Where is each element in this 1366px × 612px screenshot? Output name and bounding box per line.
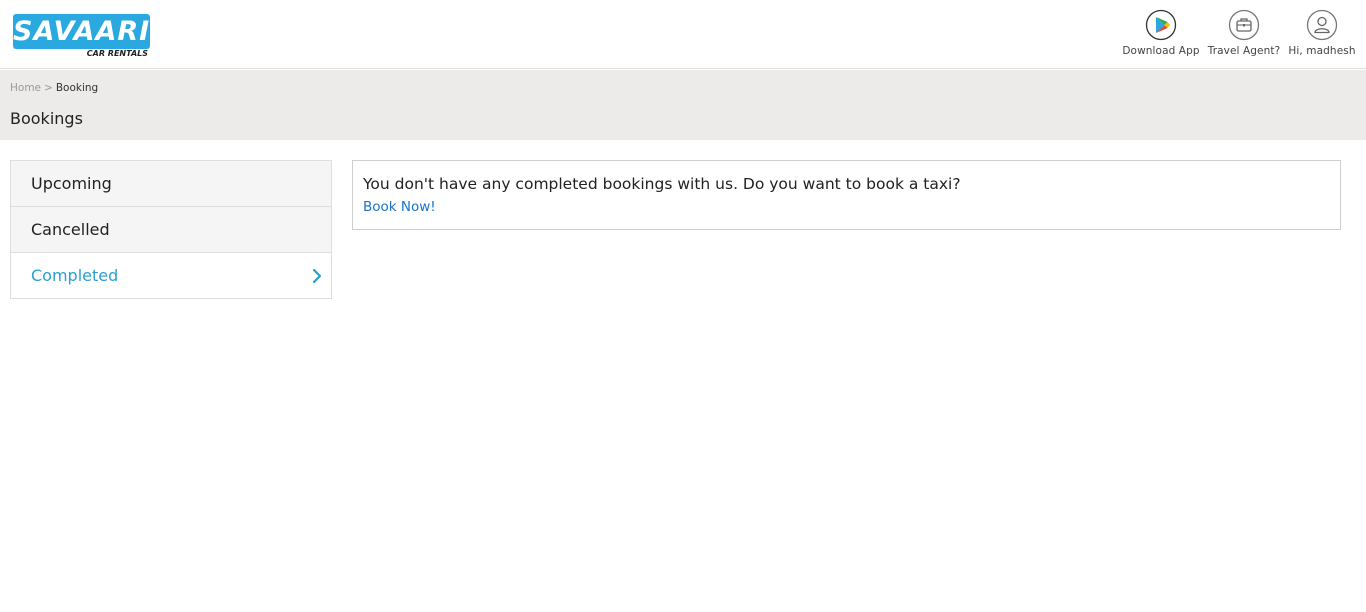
logo-tagline: CAR RENTALS bbox=[86, 49, 148, 58]
download-app-link[interactable]: Download App bbox=[1119, 9, 1203, 58]
sidebar-item-label: Completed bbox=[31, 266, 119, 285]
sidebar-item-completed[interactable]: Completed bbox=[11, 253, 331, 298]
sidebar-item-cancelled[interactable]: Cancelled bbox=[11, 207, 331, 253]
page-title: Bookings bbox=[10, 109, 83, 128]
breadcrumb-separator: > bbox=[44, 82, 53, 94]
user-account-menu[interactable]: Hi, madhesh bbox=[1286, 9, 1358, 58]
user-icon bbox=[1306, 9, 1338, 41]
empty-bookings-message: You don't have any completed bookings wi… bbox=[363, 175, 961, 193]
download-app-label: Download App bbox=[1122, 45, 1200, 57]
page-header-bar: Home > Booking Bookings bbox=[0, 70, 1366, 140]
bookings-sidebar: Upcoming Cancelled Completed bbox=[10, 160, 332, 299]
savaari-logo[interactable]: SAVAARI CAR RENTALS bbox=[13, 14, 150, 60]
book-now-link[interactable]: Book Now! bbox=[363, 199, 436, 215]
travel-agent-link[interactable]: Travel Agent? bbox=[1206, 9, 1282, 58]
user-greeting: Hi, madhesh bbox=[1288, 45, 1356, 57]
travel-agent-label: Travel Agent? bbox=[1207, 45, 1281, 57]
sidebar-item-upcoming[interactable]: Upcoming bbox=[11, 161, 331, 207]
google-play-icon bbox=[1145, 9, 1177, 41]
bookings-content-panel: You don't have any completed bookings wi… bbox=[352, 160, 1341, 230]
sidebar-item-label: Upcoming bbox=[31, 174, 112, 193]
sidebar-item-label: Cancelled bbox=[31, 220, 110, 239]
chevron-right-icon bbox=[312, 268, 322, 284]
top-header: SAVAARI CAR RENTALS Download App Travel … bbox=[0, 0, 1366, 69]
logo-brand-text: SAVAARI bbox=[13, 16, 151, 47]
breadcrumb-home-link[interactable]: Home bbox=[10, 82, 41, 94]
breadcrumb: Home > Booking bbox=[10, 81, 98, 95]
breadcrumb-current: Booking bbox=[55, 82, 99, 94]
briefcase-icon bbox=[1228, 9, 1260, 41]
